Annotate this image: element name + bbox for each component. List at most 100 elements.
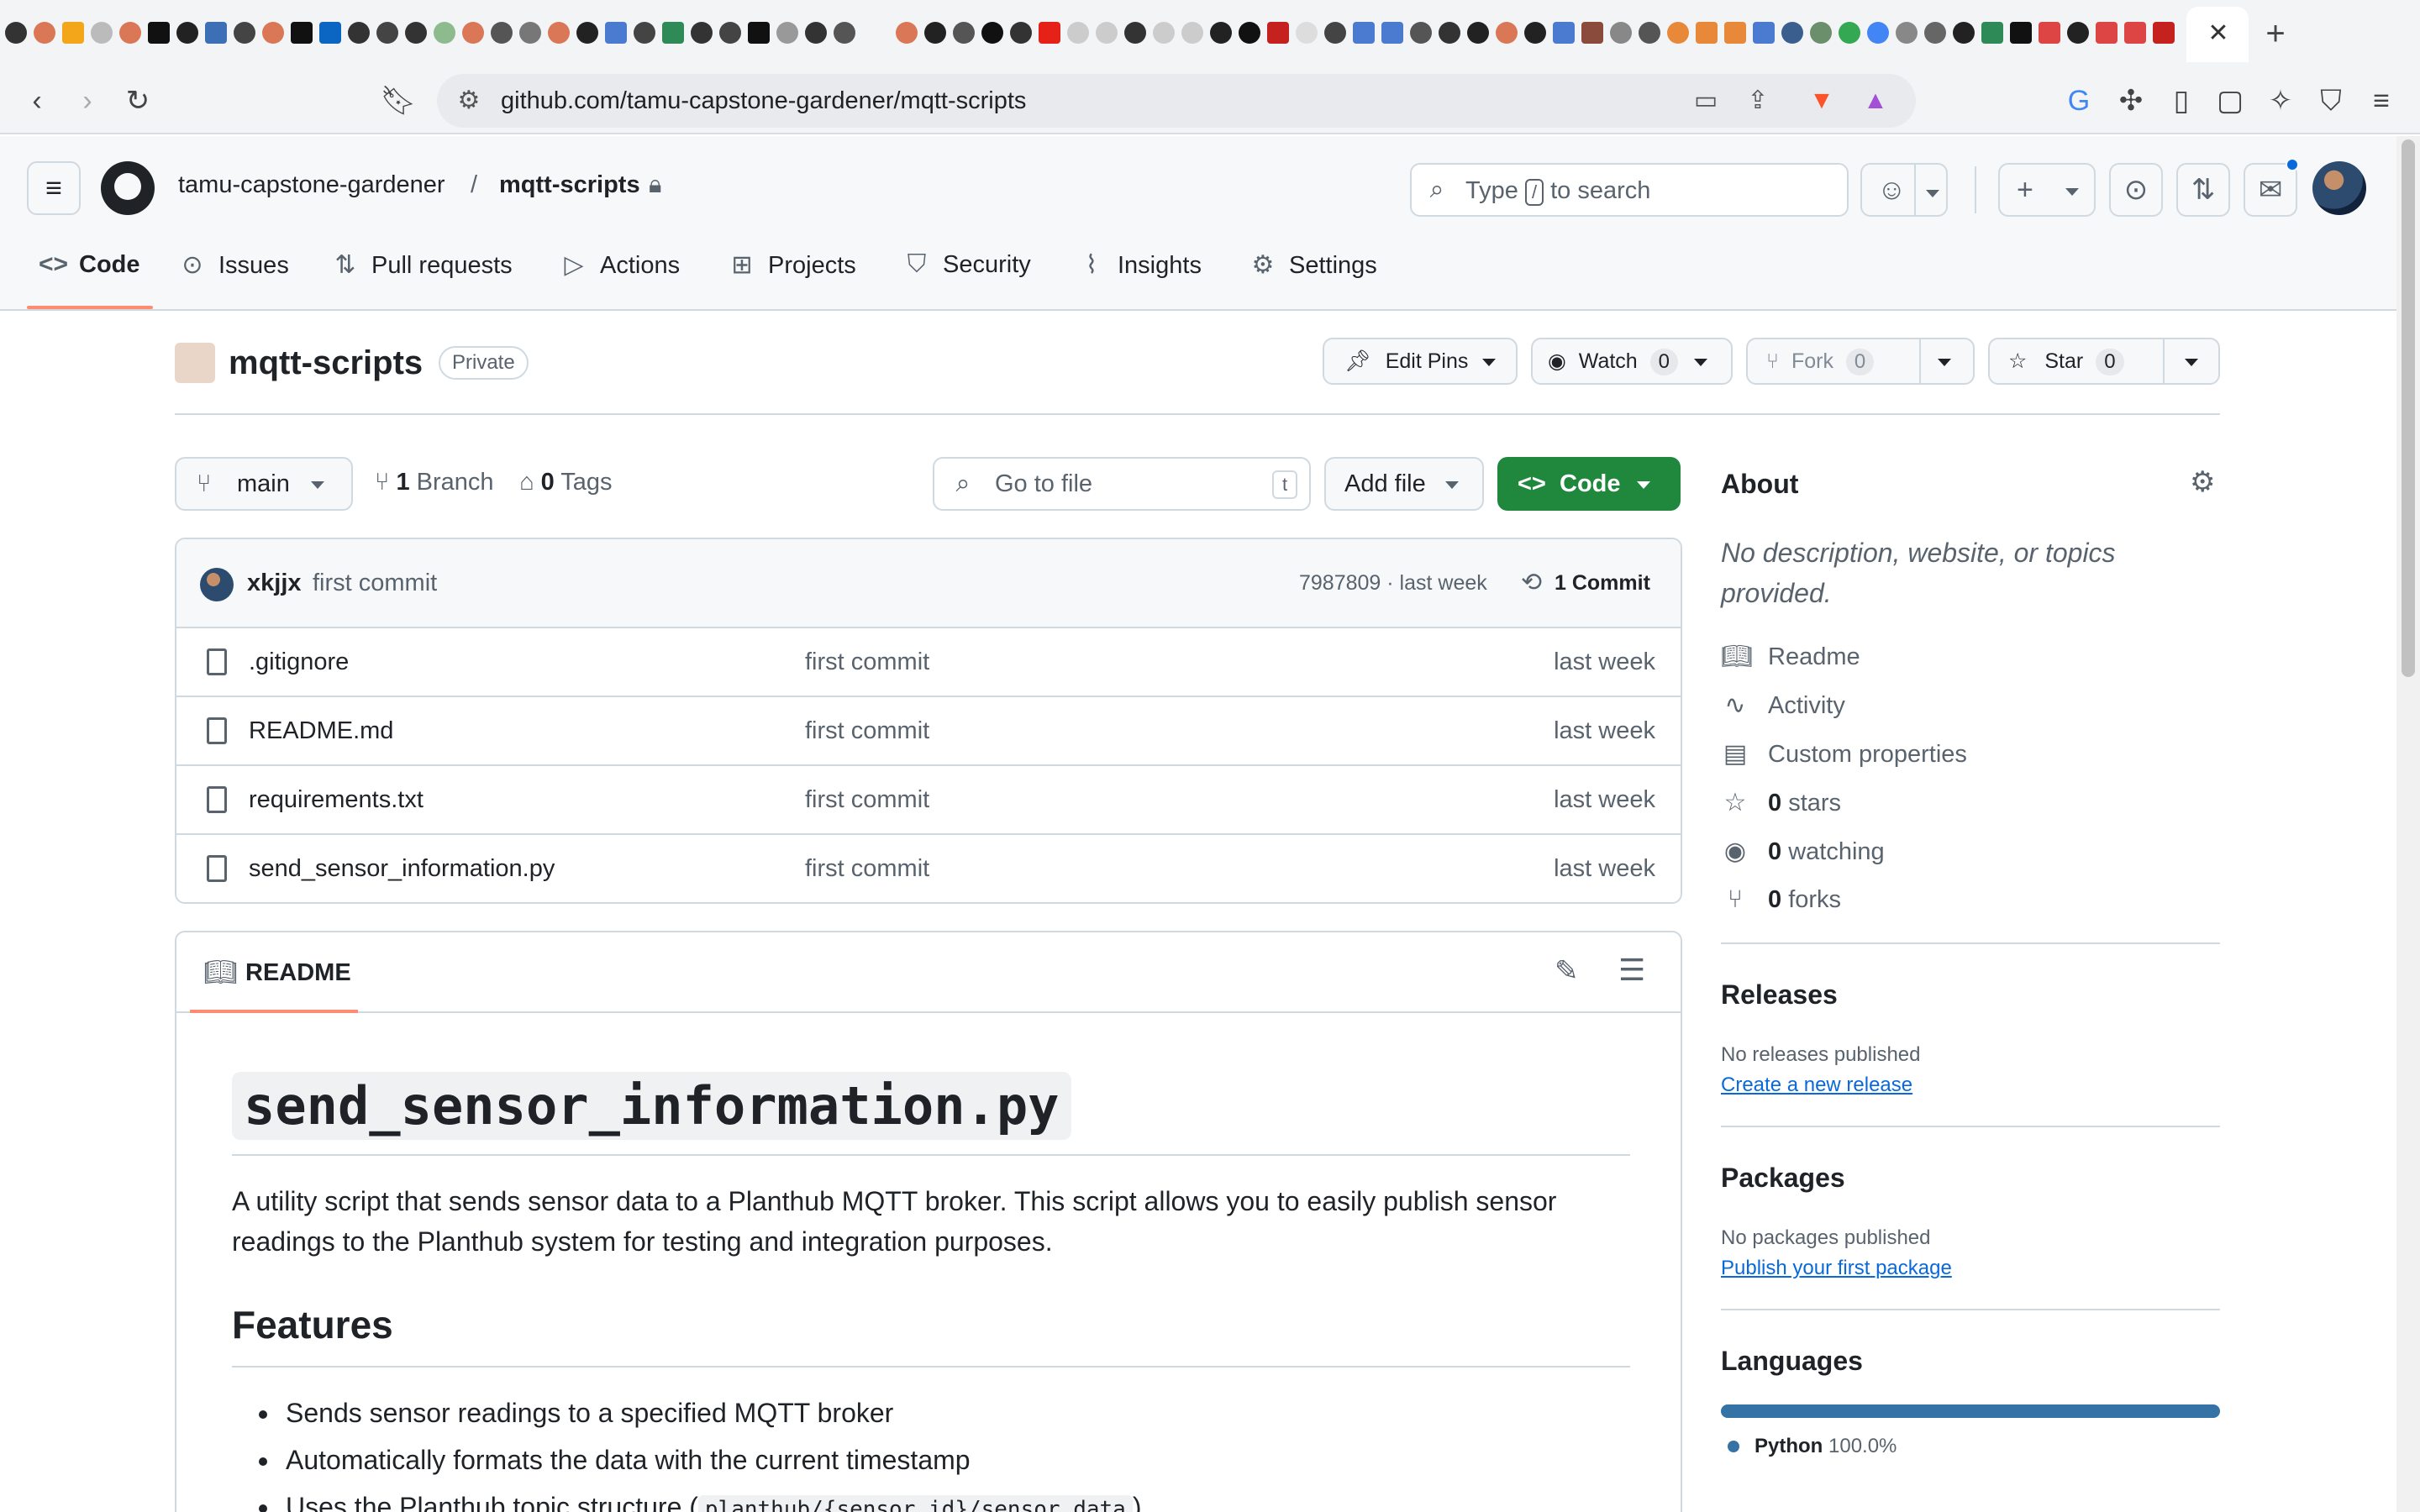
branch-selector[interactable]: ⑂ main <box>175 457 353 511</box>
tab-favicon-icon[interactable] <box>519 22 541 44</box>
tab-favicon-icon[interactable] <box>34 22 55 44</box>
leo-ai-icon[interactable]: ✧ <box>2260 81 2301 121</box>
inbox-button[interactable]: ✉︎ <box>2244 163 2297 217</box>
tab-favicon-icon[interactable] <box>62 22 84 44</box>
language-python[interactable]: Python 100.0% <box>1728 1435 1897 1458</box>
tab-favicon-icon[interactable] <box>1639 22 1660 44</box>
publish-package-link[interactable]: Publish your first package <box>1721 1257 1952 1280</box>
tab-favicon-icon[interactable] <box>376 22 398 44</box>
tab-close-icon[interactable]: ✕ <box>2203 17 2233 50</box>
repo-title[interactable]: mqtt-scripts <box>229 344 423 382</box>
search-input[interactable]: ⌕ Type / to search <box>1410 163 1849 217</box>
tab-favicon-icon[interactable] <box>1667 22 1689 44</box>
tab-favicon-icon[interactable] <box>1696 22 1718 44</box>
tab-favicon-icon[interactable] <box>2153 22 2175 44</box>
tab-security[interactable]: ⛉ Security <box>902 250 1031 311</box>
tab-favicon-icon[interactable] <box>1324 22 1346 44</box>
issues-button[interactable]: ⊙ <box>2109 163 2163 217</box>
tab-favicon-icon[interactable] <box>1439 22 1460 44</box>
tab-favicon-icon[interactable] <box>981 22 1003 44</box>
tab-favicon-icon[interactable] <box>1353 22 1375 44</box>
tab-insights[interactable]: ⌇ Insights <box>1077 250 1202 311</box>
forks-link[interactable]: ⑂ 0 forks <box>1721 885 1841 914</box>
tab-favicon-icon[interactable] <box>1267 22 1289 44</box>
tab-favicon-icon[interactable] <box>1296 22 1318 44</box>
tab-favicon-icon[interactable] <box>2124 22 2146 44</box>
tab-favicon-icon[interactable] <box>1239 22 1260 44</box>
tab-favicon-icon[interactable] <box>1096 22 1118 44</box>
tab-favicon-icon[interactable] <box>1067 22 1089 44</box>
extensions-icon[interactable]: ✣ <box>2111 81 2151 121</box>
address-bar[interactable]: ⚙︎ github.com/tamu-capstone-gardener/mqt… <box>437 74 1916 128</box>
site-settings-icon[interactable]: ⚙︎ <box>450 82 487 119</box>
tab-favicon-icon[interactable] <box>348 22 370 44</box>
add-file-button[interactable]: Add file <box>1324 457 1484 511</box>
tab-favicon-icon[interactable] <box>1181 22 1203 44</box>
tab-favicon-icon[interactable] <box>1467 22 1489 44</box>
file-name[interactable]: .gitignore <box>249 648 349 676</box>
tab-favicon-icon[interactable] <box>834 22 855 44</box>
bookmark-icon[interactable]: 🔖︎ <box>378 81 418 121</box>
tab-settings[interactable]: ⚙︎ Settings <box>1249 250 1377 311</box>
gear-icon[interactable]: ⚙︎ <box>2190 465 2215 499</box>
tab-favicon-icon[interactable] <box>2039 22 2060 44</box>
tab-favicon-icon[interactable] <box>662 22 684 44</box>
watch-button[interactable]: ◉ Watch 0 <box>1531 338 1733 385</box>
stars-link[interactable]: ☆ 0 stars <box>1721 788 1842 817</box>
tab-favicon-icon[interactable] <box>1953 22 1975 44</box>
table-row[interactable]: README.md first commit last week <box>176 697 1681 766</box>
cast-icon[interactable]: ▭ <box>1687 82 1724 119</box>
create-release-link[interactable]: Create a new release <box>1721 1074 1912 1097</box>
wallet-icon[interactable]: ▢ <box>2210 81 2250 121</box>
tab-favicon-icon[interactable] <box>634 22 655 44</box>
tab-favicon-icon[interactable] <box>1610 22 1632 44</box>
tab-favicon-icon[interactable] <box>953 22 975 44</box>
commit-count-link[interactable]: 1 Commit <box>1555 571 1650 596</box>
tab-favicon-icon[interactable] <box>924 22 946 44</box>
table-row[interactable]: requirements.txt first commit last week <box>176 766 1681 835</box>
file-name[interactable]: requirements.txt <box>249 786 424 814</box>
tab-favicon-icon[interactable] <box>1381 22 1403 44</box>
url-text[interactable]: github.com/tamu-capstone-gardener/mqtt-s… <box>501 87 1026 115</box>
tab-favicon-icon[interactable] <box>1981 22 2003 44</box>
pencil-icon[interactable]: ✎ <box>1555 954 1579 988</box>
user-avatar[interactable] <box>2312 161 2366 215</box>
tab-favicon-icon[interactable] <box>1039 22 1060 44</box>
brave-shield-icon[interactable]: ▼ <box>1803 82 1840 119</box>
chevron-down-icon[interactable] <box>1926 186 1939 202</box>
readme-link[interactable]: 📖︎ Readme <box>1721 642 1860 671</box>
file-name[interactable]: README.md <box>249 717 393 745</box>
commit-message[interactable]: first commit <box>313 570 437 597</box>
tab-favicon-icon[interactable] <box>1524 22 1546 44</box>
tab-favicon-icon[interactable] <box>234 22 255 44</box>
releases-heading[interactable]: Releases <box>1721 979 1838 1011</box>
tab-favicon-icon[interactable] <box>748 22 770 44</box>
chevron-down-icon[interactable] <box>1938 339 1951 383</box>
watching-link[interactable]: ◉ 0 watching <box>1721 837 1885 866</box>
tab-actions[interactable]: ▷ Actions <box>560 250 680 311</box>
tab-favicon-icon[interactable] <box>434 22 455 44</box>
tab-favicon-icon[interactable] <box>1839 22 1860 44</box>
tab-favicon-icon[interactable] <box>2010 22 2032 44</box>
table-row[interactable]: .gitignore first commit last week <box>176 628 1681 697</box>
breadcrumb-owner[interactable]: tamu-capstone-gardener <box>178 171 445 199</box>
tab-favicon-icon[interactable] <box>405 22 427 44</box>
file-commit-message[interactable]: first commit <box>805 717 929 745</box>
tab-favicon-icon[interactable] <box>262 22 284 44</box>
translate-icon[interactable]: G <box>2059 81 2099 121</box>
vpn-icon[interactable]: ⛉ <box>2311 81 2351 121</box>
tab-favicon-icon[interactable] <box>548 22 570 44</box>
sidebar-icon[interactable]: ▯ <box>2161 81 2202 121</box>
outline-list-icon[interactable]: ☰ <box>1618 953 1645 988</box>
tab-issues[interactable]: ⊙ Issues <box>178 250 288 311</box>
pull-requests-button[interactable]: ⇅ <box>2176 163 2230 217</box>
go-to-file-input[interactable]: ⌕ Go to file t <box>933 457 1311 511</box>
github-logo-icon[interactable] <box>101 161 155 215</box>
tab-favicon-icon[interactable] <box>462 22 484 44</box>
brave-rewards-icon[interactable]: ▲ <box>1857 82 1894 119</box>
tab-favicon-icon[interactable] <box>91 22 113 44</box>
tab-favicon-icon[interactable] <box>719 22 741 44</box>
commit-author[interactable]: xkjjx <box>247 570 302 597</box>
file-commit-message[interactable]: first commit <box>805 786 929 814</box>
menu-icon[interactable]: ≡ <box>2361 81 2402 121</box>
